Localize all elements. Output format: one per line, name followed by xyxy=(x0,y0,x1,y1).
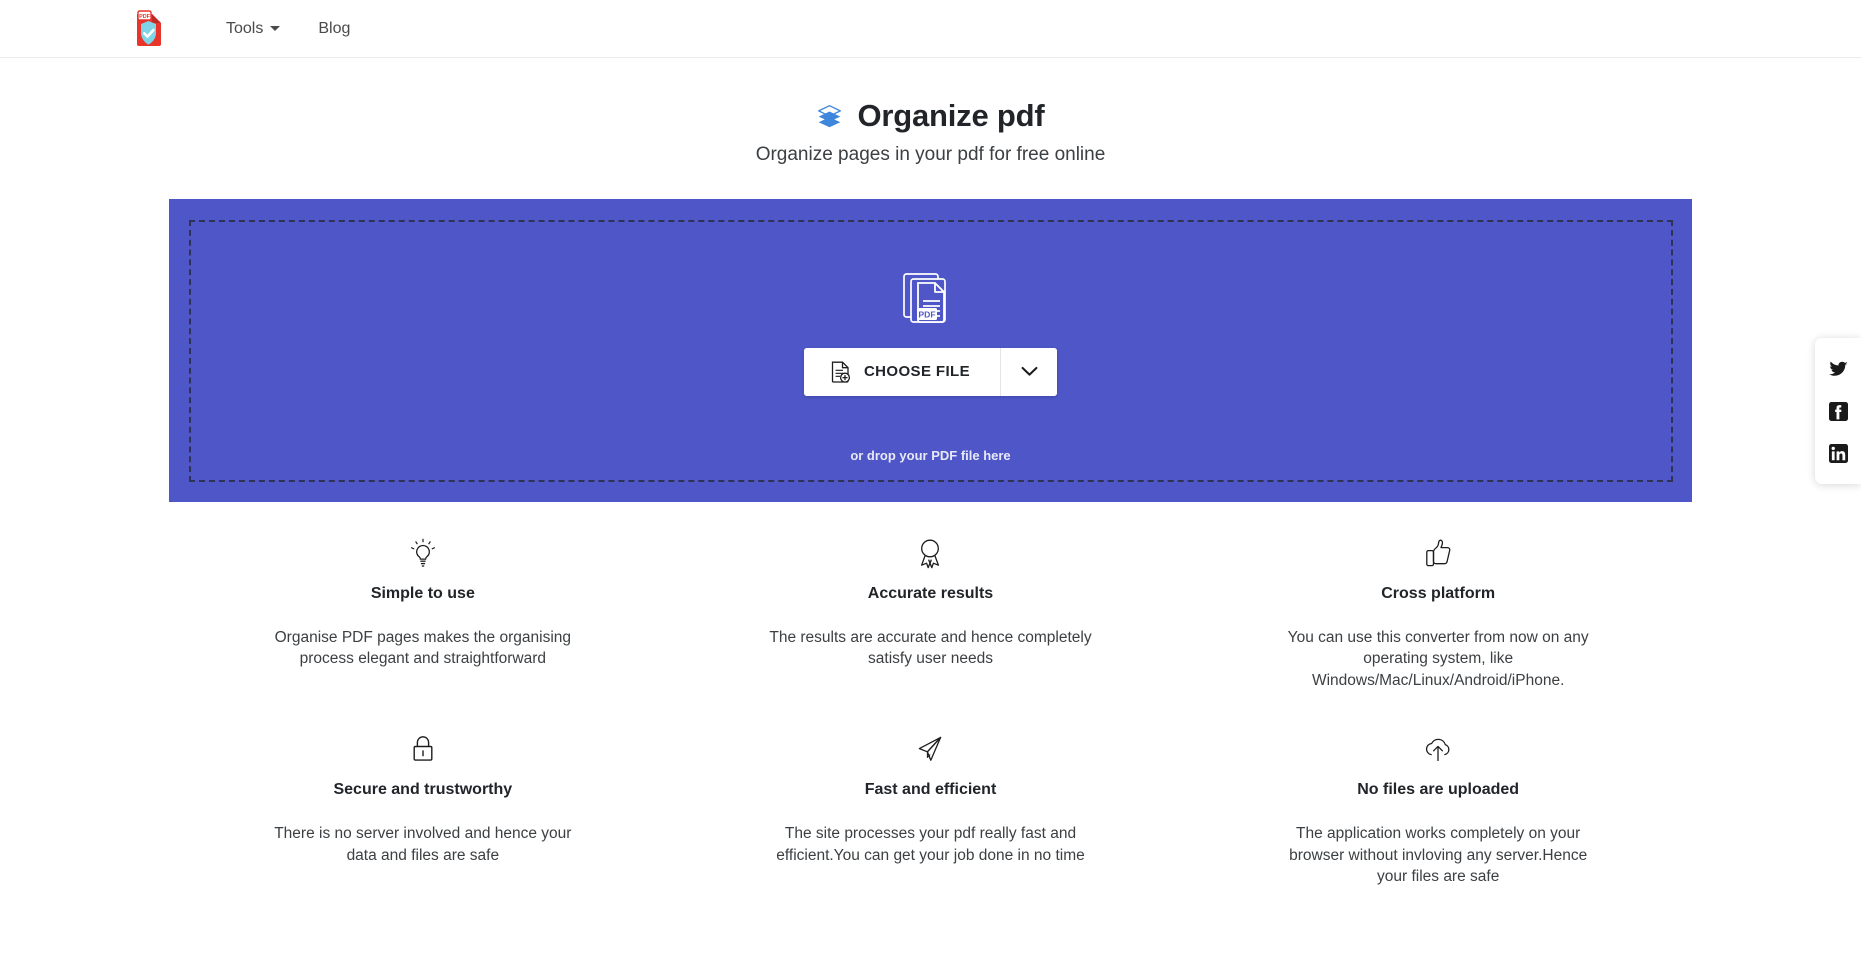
award-ribbon-icon xyxy=(917,537,943,569)
page-title-text: Organize pdf xyxy=(857,98,1045,133)
social-share-rail xyxy=(1815,338,1861,484)
feature-no-files-are-uploaded: No files are uploaded The application wo… xyxy=(1184,733,1692,887)
feature-fast-and-efficient: Fast and efficient The site processes yo… xyxy=(677,733,1185,887)
feature-description: The results are accurate and hence compl… xyxy=(769,629,1092,668)
svg-text:PDF: PDF xyxy=(918,309,935,319)
navbar-inner: PDF Tools Blog xyxy=(0,9,350,49)
page-subtitle: Organize pages in your pdf for free onli… xyxy=(755,144,1106,165)
layers-icon xyxy=(818,104,842,127)
paper-plane-icon xyxy=(916,733,944,765)
choose-file-dropdown-button[interactable] xyxy=(1000,347,1058,396)
feature-title: No files are uploaded xyxy=(1357,781,1520,799)
document-add-icon xyxy=(831,361,851,383)
nav-link-blog[interactable]: Blog xyxy=(318,19,351,37)
feature-cross-platform: Cross platform You can use this converte… xyxy=(1184,537,1692,691)
nav-link-tools-label: Tools xyxy=(226,19,264,37)
thumbs-up-icon xyxy=(1425,537,1452,569)
feature-description: Organise PDF pages makes the organising … xyxy=(274,629,572,668)
nav-link-blog-label: Blog xyxy=(318,19,351,37)
svg-text:PDF: PDF xyxy=(139,13,150,19)
choose-file-label: CHOOSE FILE xyxy=(863,363,971,380)
chevron-down-icon xyxy=(270,26,281,31)
page-title: Organize pdf xyxy=(0,98,1861,134)
feature-description: You can use this converter from now on a… xyxy=(1287,629,1589,689)
drop-hint-text: or drop your PDF file here xyxy=(850,447,1011,463)
feature-title: Fast and efficient xyxy=(864,781,997,799)
feature-title: Accurate results xyxy=(867,585,994,602)
feature-title: Secure and trustworthy xyxy=(333,781,513,799)
pdf-documents-stack-icon: PDF xyxy=(902,272,946,323)
features-grid: Simple to use Organise PDF pages makes t… xyxy=(169,537,1692,887)
feature-title: Simple to use xyxy=(370,585,475,602)
feature-description: There is no server involved and hence yo… xyxy=(274,825,572,864)
facebook-icon[interactable] xyxy=(1827,400,1849,422)
navbar-links: Tools Blog xyxy=(226,19,351,37)
choose-file-group: CHOOSE FILE xyxy=(803,347,1058,396)
lightbulb-icon xyxy=(410,537,436,569)
file-dropzone-inner[interactable]: PDF CHOOSE FILE or drop your PDF file he… xyxy=(188,219,1673,482)
cloud-upload-icon xyxy=(1423,733,1453,765)
feature-accurate-results: Accurate results The results are accurat… xyxy=(677,537,1185,691)
lock-icon xyxy=(411,733,435,765)
linkedin-icon[interactable] xyxy=(1827,442,1849,464)
feature-secure-and-trustworthy: Secure and trustworthy There is no serve… xyxy=(169,733,677,887)
twitter-icon[interactable] xyxy=(1827,358,1849,380)
feature-title: Cross platform xyxy=(1381,585,1496,602)
hero-section: Organize pdf Organize pages in your pdf … xyxy=(0,58,1861,166)
nav-link-tools[interactable]: Tools xyxy=(226,19,281,37)
feature-description: The site processes your pdf really fast … xyxy=(776,825,1085,864)
top-navbar: PDF Tools Blog xyxy=(0,0,1861,58)
feature-description: The application works completely on your… xyxy=(1289,825,1588,885)
file-dropzone[interactable]: PDF CHOOSE FILE or drop your PDF file he… xyxy=(169,199,1692,502)
pdf-shield-logo[interactable]: PDF xyxy=(128,9,168,49)
choose-file-button[interactable]: CHOOSE FILE xyxy=(803,347,1001,396)
chevron-down-icon xyxy=(1021,366,1037,376)
feature-simple-to-use: Simple to use Organise PDF pages makes t… xyxy=(169,537,677,691)
